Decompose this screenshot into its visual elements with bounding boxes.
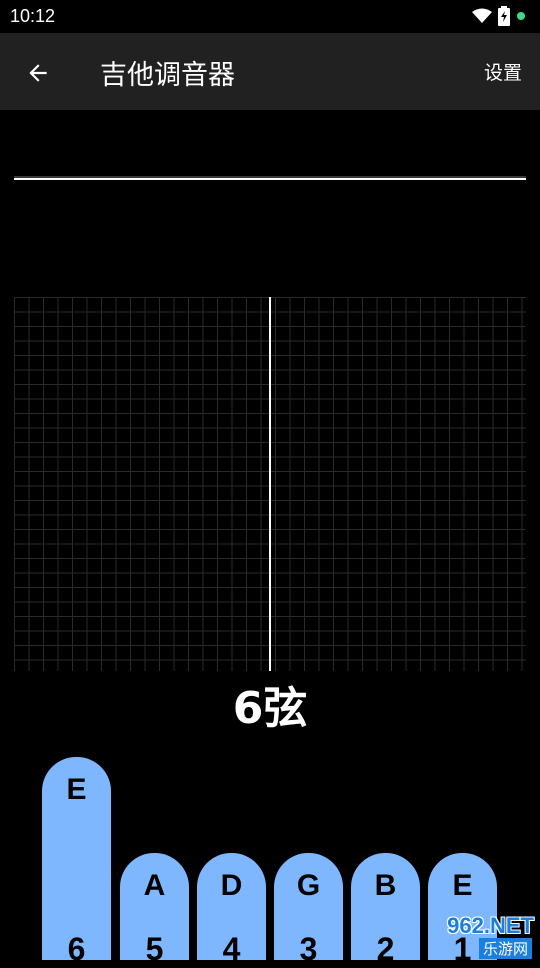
string-note: G xyxy=(296,869,321,902)
string-button-3[interactable]: G 3 xyxy=(274,853,343,967)
tuner-needle xyxy=(269,297,271,671)
current-string-label: 6弦 xyxy=(232,683,308,734)
string-number: 4 xyxy=(222,931,241,967)
waveform-line xyxy=(14,178,526,180)
string-note: E xyxy=(452,869,473,902)
watermark-sub: 乐游网 xyxy=(478,938,532,959)
string-number: 5 xyxy=(145,931,164,967)
status-time: 10:12 xyxy=(10,6,56,26)
string-number: 3 xyxy=(299,931,318,967)
string-note: E xyxy=(66,773,87,806)
string-button-4[interactable]: D 4 xyxy=(197,853,266,967)
watermark-logo: 962.NET 乐游网 xyxy=(400,910,540,960)
page-title: 吉他调音器 xyxy=(100,60,235,91)
notification-dot-icon xyxy=(517,12,525,20)
settings-button[interactable]: 设置 xyxy=(484,58,522,85)
string-button-5[interactable]: A 5 xyxy=(120,853,189,967)
wifi-icon xyxy=(472,8,492,23)
string-note: B xyxy=(374,869,397,902)
string-number: 6 xyxy=(67,931,86,967)
string-button-6[interactable]: E 6 xyxy=(42,757,111,967)
string-note: D xyxy=(220,869,243,902)
status-bar: 10:12 xyxy=(0,0,540,33)
battery-charging-icon xyxy=(498,6,510,26)
watermark-brand: 962.NET xyxy=(447,913,534,938)
back-button[interactable] xyxy=(18,53,58,93)
arrow-left-icon xyxy=(29,64,47,82)
app-bar: 吉他调音器 设置 xyxy=(0,33,540,110)
string-note: A xyxy=(143,869,166,902)
status-icons xyxy=(472,6,526,26)
